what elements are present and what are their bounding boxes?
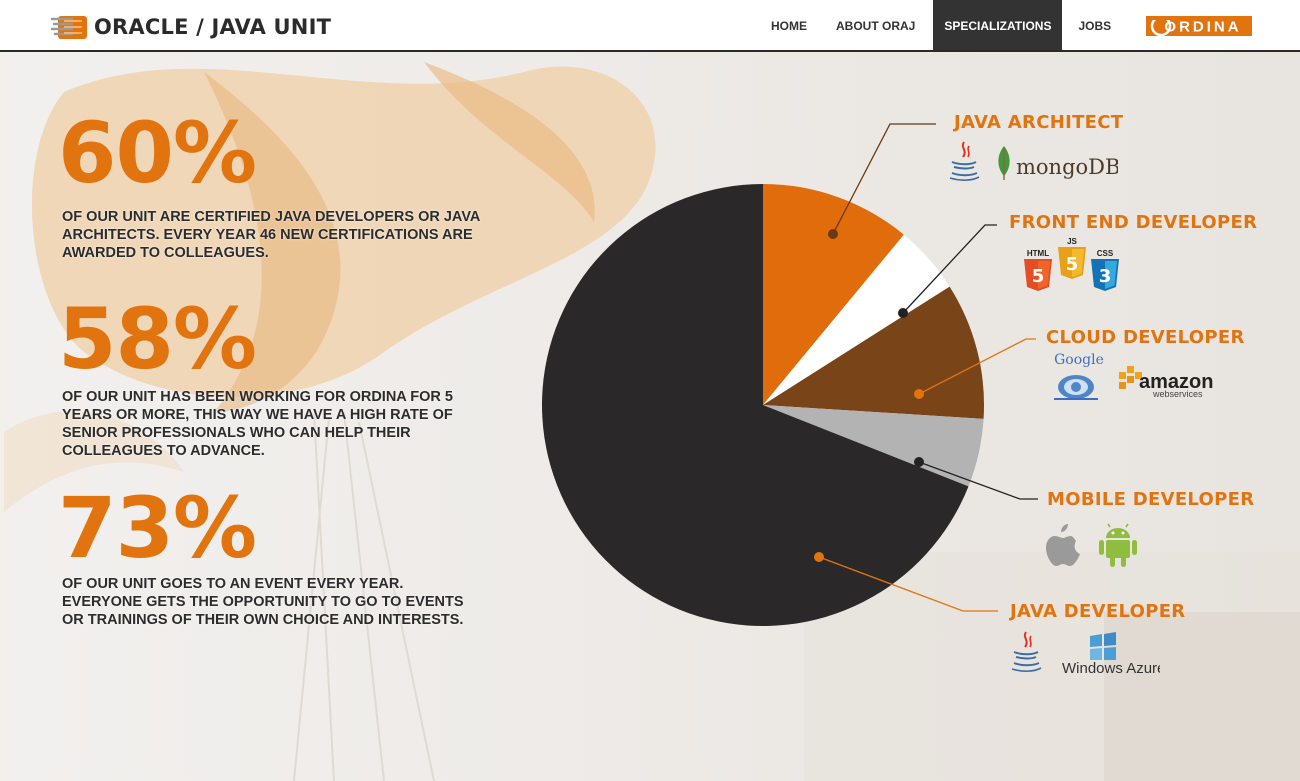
svg-text:Google: Google <box>1054 352 1104 368</box>
role-title: JAVA ARCHITECT <box>954 112 1124 133</box>
js-icon: JS 5 <box>1058 237 1086 279</box>
java-icon <box>949 141 980 181</box>
role-title: MOBILE DEVELOPER <box>1047 489 1255 510</box>
google-app-engine-logo: Google <box>1054 352 1104 400</box>
svg-text:CSS: CSS <box>1097 249 1114 258</box>
nav-home[interactable]: HOME <box>760 0 818 50</box>
mongodb-logo: mongoDB <box>998 146 1118 180</box>
css3-icon: CSS 3 <box>1091 249 1119 291</box>
leader-dot <box>914 389 924 399</box>
svg-text:mongoDB: mongoDB <box>1016 155 1118 179</box>
svg-text:webservices: webservices <box>1152 389 1203 399</box>
svg-text:Windows Azure: Windows Azure <box>1062 660 1160 676</box>
ordina-logo[interactable]: ORDINA <box>1146 14 1252 38</box>
amazon-web-services-logo: amazon webservices <box>1119 366 1213 399</box>
role-title: FRONT END DEVELOPER <box>1009 212 1258 233</box>
role-front-end-developer: FRONT END DEVELOPER <box>1009 212 1257 233</box>
java-icon <box>1011 631 1042 672</box>
main-nav: HOME ABOUT ORAJ SPECIALIZATIONS JOBS <box>760 0 1122 52</box>
role-mobile-developer: MOBILE DEVELOPER <box>1047 489 1254 510</box>
leader-dot <box>828 229 838 239</box>
brand-title: ORACLE / JAVA UNIT <box>94 15 332 39</box>
svg-text:5: 5 <box>1032 266 1045 287</box>
role-cloud-developer: CLOUD DEVELOPER <box>1046 327 1245 348</box>
role-title: CLOUD DEVELOPER <box>1046 327 1245 348</box>
svg-text:3: 3 <box>1099 266 1112 287</box>
leader-dot <box>914 457 924 467</box>
brand[interactable]: ORACLE / JAVA UNIT <box>50 12 331 42</box>
nav-specializations[interactable]: SPECIALIZATIONS <box>933 0 1063 50</box>
svg-text:JS: JS <box>1067 237 1077 246</box>
oracle-java-logo-icon <box>50 16 87 39</box>
role-title: JAVA DEVELOPER <box>1010 601 1186 622</box>
role-java-architect: JAVA ARCHITECT <box>954 112 1123 133</box>
leader-dot <box>898 308 908 318</box>
html5-icon: HTML 5 <box>1024 249 1052 291</box>
site-header: ORACLE / JAVA UNIT HOME ABOUT ORAJ SPECI… <box>0 0 1300 52</box>
android-icon <box>1099 523 1137 567</box>
svg-text:5: 5 <box>1066 254 1079 275</box>
ordina-logo-text: ORDINA <box>1164 19 1241 36</box>
nav-about-oraj[interactable]: ABOUT ORAJ <box>818 0 926 50</box>
svg-text:HTML: HTML <box>1027 249 1049 258</box>
apple-icon <box>1046 524 1080 566</box>
role-java-developer: JAVA DEVELOPER <box>1010 601 1185 622</box>
leader-dot <box>814 552 824 562</box>
windows-azure-logo: Windows Azure <box>1062 632 1160 676</box>
nav-jobs[interactable]: JOBS <box>1062 0 1122 50</box>
